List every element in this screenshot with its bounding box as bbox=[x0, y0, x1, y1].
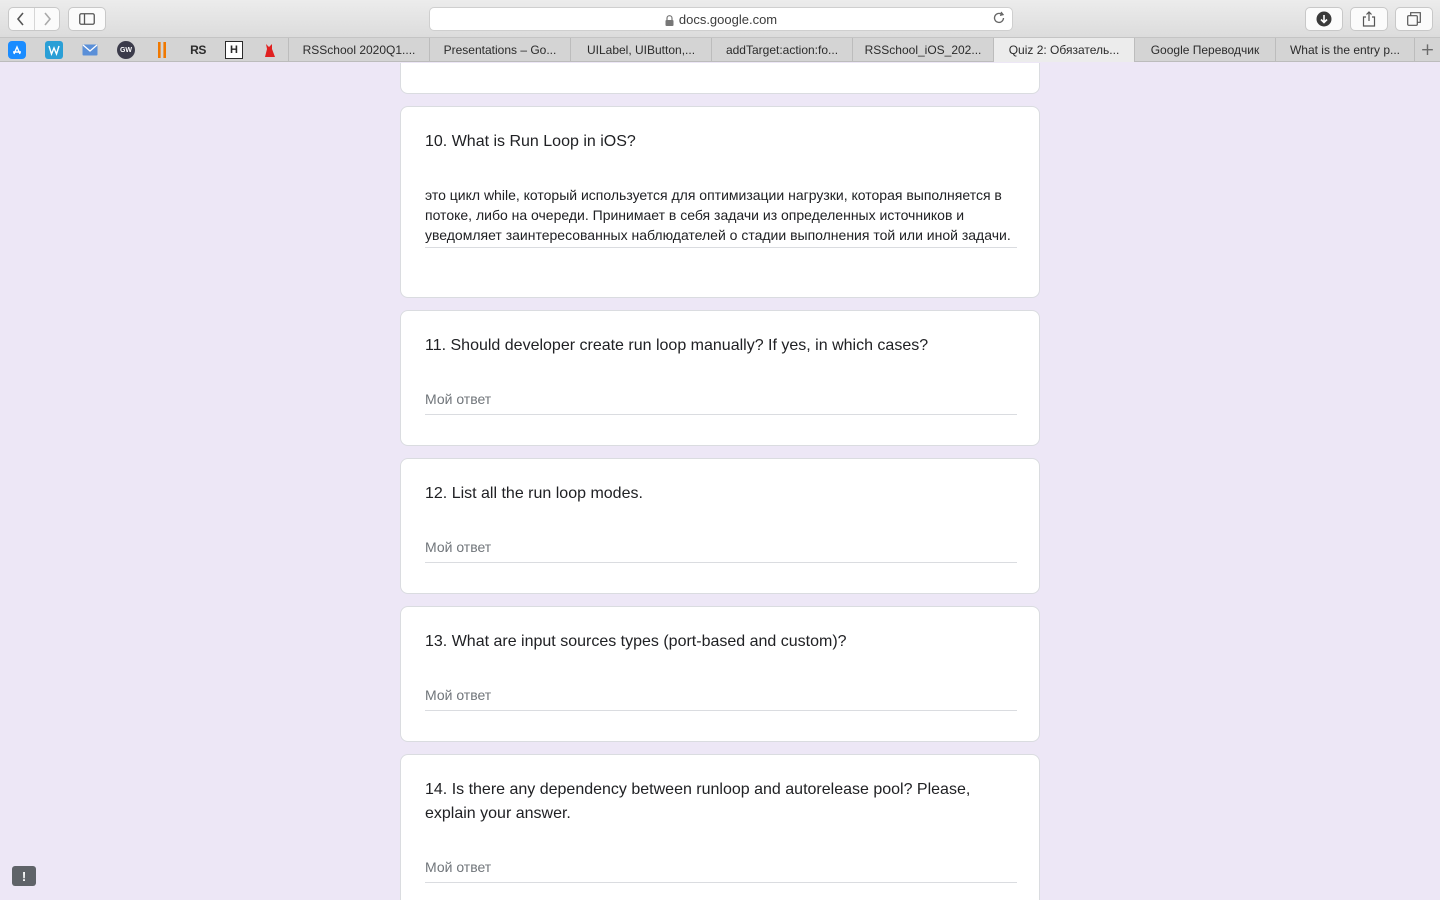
new-tab-button[interactable]: + bbox=[1414, 38, 1440, 62]
report-problem-button[interactable]: ! bbox=[12, 866, 36, 886]
tab-entry-point[interactable]: What is the entry p... bbox=[1275, 38, 1414, 62]
forward-button[interactable] bbox=[33, 8, 60, 30]
question-title: 13. What are input sources types (port-b… bbox=[425, 633, 847, 650]
sidebar-toggle-button[interactable] bbox=[68, 7, 106, 31]
bars-icon[interactable] bbox=[153, 41, 171, 59]
exclamation-icon: ! bbox=[21, 868, 27, 884]
downloads-button[interactable] bbox=[1305, 7, 1343, 31]
rs-icon[interactable]: RS bbox=[188, 41, 208, 59]
download-icon bbox=[1316, 11, 1332, 27]
question-title: 10. What is Run Loop in iOS? bbox=[425, 133, 636, 150]
tab-presentations[interactable]: Presentations – Go... bbox=[429, 38, 570, 62]
tab-bar: GW RS H RSSchool 2020Q1.... Presentation… bbox=[0, 38, 1440, 62]
address-bar[interactable]: docs.google.com bbox=[429, 7, 1013, 31]
back-button[interactable] bbox=[9, 8, 34, 30]
h-icon[interactable]: H bbox=[225, 41, 243, 59]
answer-input[interactable]: Мой ответ bbox=[425, 855, 1017, 883]
question-title: 14. Is there any dependency between runl… bbox=[425, 781, 971, 822]
nav-buttons bbox=[8, 7, 60, 31]
cat-icon[interactable] bbox=[261, 41, 279, 59]
question-card-previous bbox=[400, 63, 1040, 94]
lock-icon bbox=[665, 14, 674, 26]
share-button[interactable] bbox=[1350, 7, 1388, 31]
share-icon bbox=[1362, 11, 1376, 27]
question-title: 12. List all the run loop modes. bbox=[425, 485, 643, 502]
tabs-icon bbox=[1407, 12, 1421, 26]
plus-icon: + bbox=[1420, 40, 1435, 60]
tab-uilabel[interactable]: UILabel, UIButton,... bbox=[570, 38, 711, 62]
sidebar-icon bbox=[79, 13, 95, 25]
chevron-left-icon bbox=[17, 12, 24, 26]
browser-toolbar: docs.google.com bbox=[0, 0, 1440, 38]
form-page: 10. What is Run Loop in iOS? это цикл wh… bbox=[0, 63, 1440, 900]
question-card-10: 10. What is Run Loop in iOS? это цикл wh… bbox=[400, 106, 1040, 298]
mail-icon[interactable] bbox=[81, 41, 99, 59]
tab-overview-button[interactable] bbox=[1395, 7, 1433, 31]
question-card-11: 11. Should developer create run loop man… bbox=[400, 310, 1040, 446]
answer-input[interactable]: Мой ответ bbox=[425, 535, 1017, 563]
answer-input[interactable]: Мой ответ bbox=[425, 683, 1017, 711]
translate-w-icon[interactable] bbox=[45, 41, 63, 59]
tab-addtarget[interactable]: addTarget:action:fo... bbox=[711, 38, 852, 62]
gw-icon[interactable]: GW bbox=[117, 41, 135, 59]
answer-input[interactable]: Мой ответ bbox=[425, 387, 1017, 415]
url-text: docs.google.com bbox=[678, 11, 778, 27]
app-store-icon[interactable] bbox=[8, 41, 26, 59]
tab-rsschool-ios[interactable]: RSSchool_iOS_202... bbox=[852, 38, 993, 62]
question-title: 11. Should developer create run loop man… bbox=[425, 337, 929, 354]
question-card-14: 14. Is there any dependency between runl… bbox=[400, 754, 1040, 900]
reload-icon[interactable] bbox=[992, 11, 1006, 28]
tab-rsschool-2020q1[interactable]: RSSchool 2020Q1.... bbox=[288, 38, 429, 62]
chevron-right-icon bbox=[44, 12, 51, 26]
question-card-13: 13. What are input sources types (port-b… bbox=[400, 606, 1040, 742]
answer-textarea[interactable]: это цикл while, который используется для… bbox=[425, 185, 1017, 248]
tab-google-translate[interactable]: Google Переводчик bbox=[1134, 38, 1275, 62]
tab-quiz-2[interactable]: Quiz 2: Обязатель... bbox=[993, 38, 1134, 62]
question-card-12: 12. List all the run loop modes. Мой отв… bbox=[400, 458, 1040, 594]
